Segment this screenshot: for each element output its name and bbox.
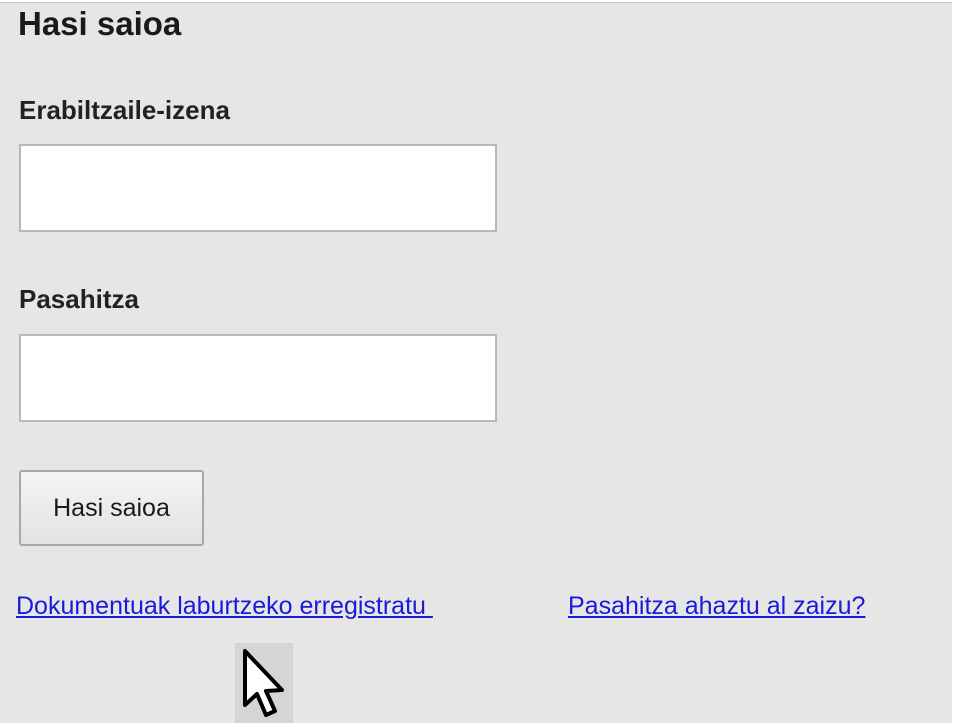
window-right-edge xyxy=(952,0,958,723)
login-heading: Hasi saioa xyxy=(18,5,182,42)
password-label: Pasahitza xyxy=(19,284,139,314)
forgot-password-link[interactable]: Pasahitza ahaztu al zaizu? xyxy=(568,590,865,622)
login-submit-button[interactable]: Hasi saioa xyxy=(19,470,204,546)
mouse-pointer-icon xyxy=(235,643,293,723)
register-link[interactable]: Dokumentuak laburtzeko erregistratu xyxy=(16,590,433,622)
password-input[interactable] xyxy=(19,334,497,422)
username-label: Erabiltzaile-izena xyxy=(19,95,230,125)
username-input[interactable] xyxy=(19,144,497,232)
